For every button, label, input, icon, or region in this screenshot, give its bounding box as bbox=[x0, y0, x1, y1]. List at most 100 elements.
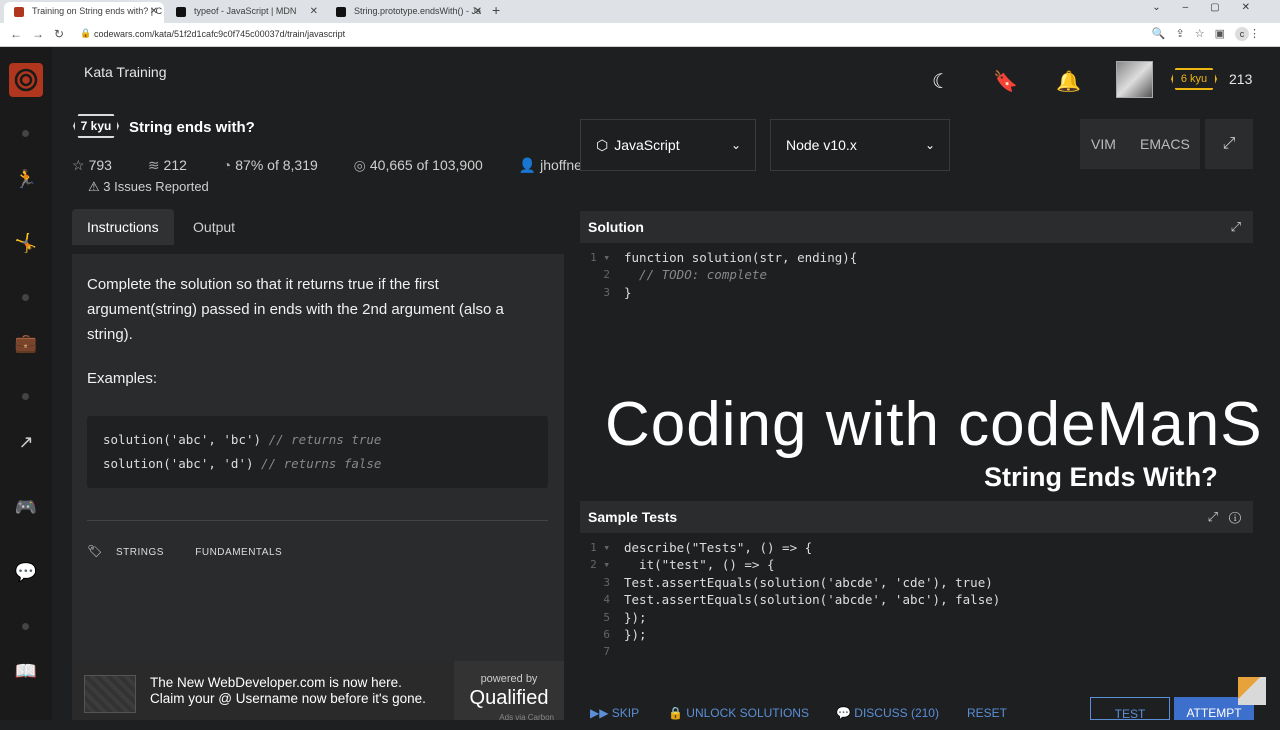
close-icon[interactable]: ✕ bbox=[474, 2, 482, 21]
browser-tab[interactable]: String.prototype.endsWith() - Ja ✕ bbox=[326, 2, 488, 23]
url-field[interactable]: codewars.com/kata/51f2d1cafc9c0f745c0003… bbox=[94, 29, 345, 39]
code-text: Test.assertEquals(solution('abcde', 'abc… bbox=[624, 592, 1001, 608]
language-icon: ⬡ bbox=[596, 137, 609, 153]
example-comment: // returns true bbox=[268, 432, 382, 447]
code-line: 5}); bbox=[603, 609, 647, 625]
runtime-value: Node v10.x bbox=[786, 137, 857, 153]
code-text: describe("Tests", () => { bbox=[624, 540, 813, 555]
practice-icon[interactable]: 🏃 bbox=[14, 167, 38, 191]
profile-avatar[interactable]: c bbox=[1235, 27, 1249, 41]
ad-line: The New WebDeveloper.com is now here. bbox=[150, 675, 402, 690]
expand-icon[interactable]: ⤢ bbox=[1231, 211, 1241, 243]
issues-label: 3 Issues Reported bbox=[103, 179, 209, 194]
tab-title: String.prototype.endsWith() - Ja bbox=[354, 6, 482, 16]
code-line: 2 // TODO: complete bbox=[603, 267, 767, 283]
nav-separator-dot bbox=[22, 393, 29, 400]
dojo-icon[interactable]: 🤸 bbox=[14, 231, 38, 255]
reset-button[interactable]: RESET bbox=[967, 706, 1007, 720]
warning-icon: ⚠ bbox=[88, 179, 100, 194]
action-bar: ▶▶ SKIP 🔒 UNLOCK SOLUTIONS 💬 DISCUSS (21… bbox=[580, 697, 1254, 721]
vim-button[interactable]: VIM bbox=[1091, 119, 1116, 169]
examples-label: Examples: bbox=[87, 370, 158, 387]
discord-icon[interactable]: 🎮 bbox=[14, 495, 38, 519]
user-icon: 👤 bbox=[518, 157, 537, 173]
lock-icon: 🔒 bbox=[80, 28, 92, 38]
tag-strings[interactable]: STRINGS bbox=[116, 547, 164, 558]
trending-icon[interactable]: ↗ bbox=[14, 430, 38, 454]
runtime-select[interactable]: Node v10.x ⌄ bbox=[770, 119, 950, 171]
discuss-button[interactable]: 💬 DISCUSS (210) bbox=[836, 706, 939, 720]
example-comment: // returns false bbox=[261, 456, 382, 471]
close-icon[interactable]: ✕ bbox=[310, 2, 318, 21]
tests-editor[interactable]: 1 ▾ describe("Tests", () => { 2 ▾ it("tes… bbox=[580, 539, 1253, 679]
emacs-button[interactable]: EMACS bbox=[1140, 119, 1190, 169]
kata-stats: ☆ 793 ≋ 212 ◔ 87% of 8,319 ◎ 40,665 of 103,9… bbox=[72, 157, 619, 174]
qualified-badge[interactable]: powered by Qualified bbox=[454, 661, 564, 720]
reload-icon[interactable]: ↻ bbox=[54, 27, 64, 41]
skip-button[interactable]: ▶▶ SKIP bbox=[590, 706, 639, 720]
left-sidebar: 🏃 🤸 💼 ↗ 🎮 💬 📖 bbox=[0, 47, 52, 720]
language-value: JavaScript bbox=[614, 137, 680, 153]
lock-icon: 🔒 bbox=[668, 706, 687, 720]
unlock-label: UNLOCK SOLUTIONS bbox=[686, 706, 809, 720]
chevron-down-icon: ⌄ bbox=[924, 138, 935, 152]
codewars-logo-icon[interactable] bbox=[9, 63, 43, 97]
expand-icon[interactable]: ⤢ bbox=[1205, 119, 1253, 169]
code-text: } bbox=[624, 284, 632, 300]
example-code: solution('abc', 'bc') bbox=[103, 432, 262, 447]
language-select[interactable]: ⬡ JavaScript ⌄ bbox=[580, 119, 756, 171]
bell-icon[interactable]: 🔔 bbox=[1056, 69, 1081, 94]
stars-count: 793 bbox=[88, 157, 112, 173]
satisfaction-rating: 87% of 8,319 bbox=[235, 157, 318, 173]
code-line: 3} bbox=[603, 284, 632, 300]
tag-fundamentals[interactable]: FUNDAMENTALS bbox=[195, 547, 282, 558]
code-line: 3 Test.assertEquals(solution('abcde', 'cd… bbox=[603, 574, 993, 590]
example-code: solution('abc', 'd') bbox=[103, 456, 254, 471]
new-tab-icon[interactable]: + bbox=[492, 2, 500, 18]
powered-by-label: powered by bbox=[480, 673, 538, 685]
chevron-down-icon: ⌄ bbox=[730, 138, 741, 152]
comment-icon: 💬 bbox=[836, 706, 855, 720]
carbon-ad[interactable]: The New WebDeveloper.com is now here. Cl… bbox=[72, 661, 564, 722]
mdn-favicon-icon bbox=[336, 7, 346, 17]
nav-separator-dot bbox=[22, 294, 29, 301]
honor-count: 213 bbox=[1229, 71, 1253, 87]
user-rank-badge: 6 kyu bbox=[1171, 68, 1217, 90]
moon-icon[interactable]: ☾ bbox=[932, 69, 950, 94]
code-line: 4 Test.assertEquals(solution('abcde', 'ab… bbox=[603, 592, 1001, 608]
collections-icon: ≋ bbox=[147, 157, 160, 173]
qualified-brand: Qualified bbox=[469, 687, 549, 709]
divider bbox=[87, 520, 548, 521]
close-icon[interactable]: ✕ bbox=[150, 2, 158, 21]
tab-output[interactable]: Output bbox=[178, 209, 250, 245]
editor-mode-buttons: VIM EMACS bbox=[1080, 119, 1200, 169]
code-line: 1 ▾ function solution(str, ending){ bbox=[590, 250, 858, 265]
code-text: function solution(str, ending){ bbox=[624, 250, 858, 265]
test-button[interactable]: TEST bbox=[1090, 697, 1170, 721]
code-line: 1 ▾ describe("Tests", () => { bbox=[590, 540, 813, 555]
back-icon[interactable]: ← bbox=[10, 27, 22, 41]
unlock-solutions-button[interactable]: 🔒 UNLOCK SOLUTIONS bbox=[668, 706, 809, 720]
browser-tab[interactable]: typeof - JavaScript | MDN ✕ bbox=[166, 2, 324, 23]
avatar[interactable] bbox=[1116, 61, 1153, 98]
browser-toolbar-icons[interactable]: 🔍⇪☆▣ c ⋮ bbox=[1152, 27, 1270, 41]
expand-help-icons[interactable]: ⤢ ⓘ bbox=[1208, 501, 1241, 533]
tab-title: typeof - JavaScript | MDN bbox=[194, 6, 297, 16]
star-icon: ☆ bbox=[72, 157, 85, 173]
browser-tabbar: Training on String ends with? | C ✕ type… bbox=[0, 0, 1280, 23]
briefcase-icon[interactable]: 💼 bbox=[14, 331, 38, 355]
browser-tab-active[interactable]: Training on String ends with? | C ✕ bbox=[4, 2, 164, 23]
issues-link[interactable]: ⚠ 3 Issues Reported bbox=[88, 179, 209, 195]
book-icon[interactable]: 📖 bbox=[14, 659, 38, 683]
chat-icon[interactable]: 💬 bbox=[14, 560, 38, 584]
ad-text[interactable]: The New WebDeveloper.com is now here. Cl… bbox=[150, 675, 426, 707]
tab-instructions[interactable]: Instructions bbox=[72, 209, 174, 245]
bookmark-icon[interactable]: 🔖 bbox=[993, 69, 1018, 94]
window-controls[interactable]: ⌄–▢✕ bbox=[1152, 2, 1272, 13]
completions-count: 40,665 of 103,900 bbox=[369, 157, 483, 173]
code-line: 7 bbox=[603, 645, 610, 659]
tag-icon: 🏷 bbox=[87, 544, 103, 558]
video-overlay-title: Coding with codeManS bbox=[605, 390, 1263, 459]
forward-icon[interactable]: → bbox=[32, 27, 44, 41]
ads-via-carbon[interactable]: Ads via Carbon bbox=[499, 713, 554, 722]
